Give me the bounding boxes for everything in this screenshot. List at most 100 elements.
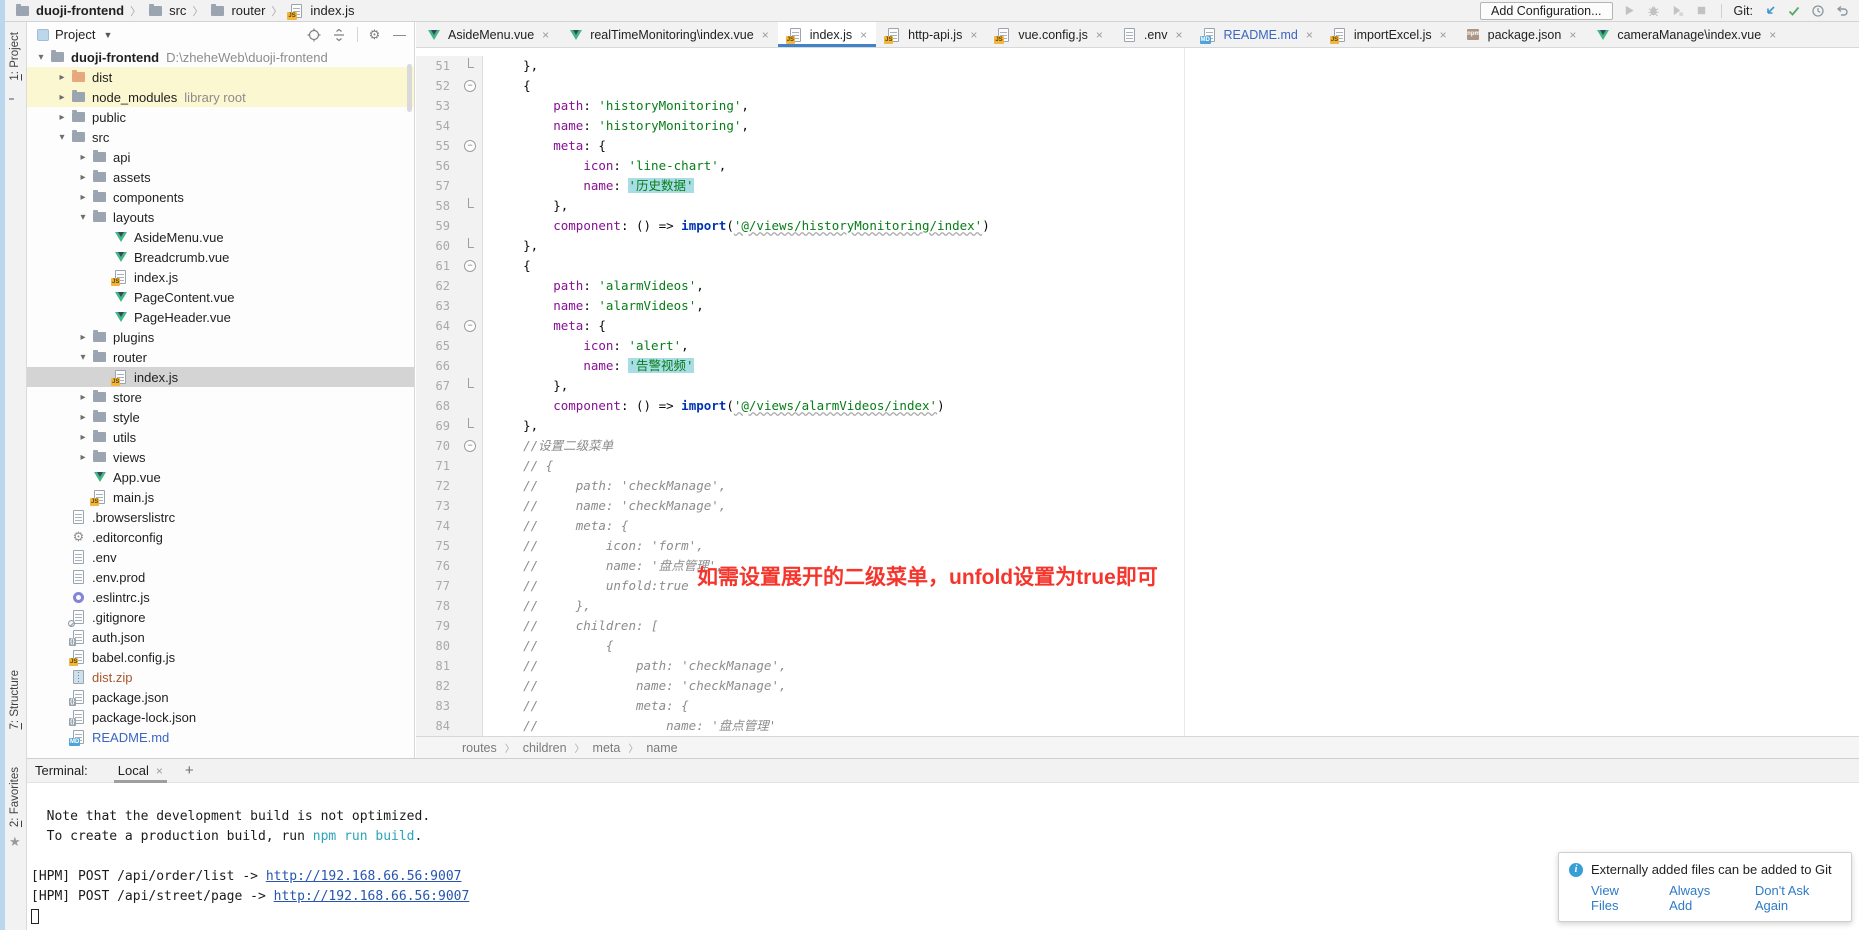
close-icon[interactable]: × <box>1769 28 1776 42</box>
close-icon[interactable]: × <box>762 28 769 42</box>
code-line[interactable]: 70 //设置二级菜单 <box>416 436 1859 456</box>
stop-icon[interactable] <box>1694 3 1709 18</box>
terminal-link[interactable]: http://192.168.66.56:9007 <box>266 869 462 884</box>
git-update-icon[interactable] <box>1762 3 1777 18</box>
tree-item[interactable]: ▸api <box>27 147 414 167</box>
tree-item[interactable]: ▾layouts <box>27 207 414 227</box>
code-line[interactable]: 63 name: 'alarmVideos', <box>416 296 1859 316</box>
breadcrumb-item[interactable]: src <box>147 3 186 19</box>
code-line[interactable]: 57 name: '历史数据' <box>416 176 1859 196</box>
code-line[interactable]: 72 // path: 'checkManage', <box>416 476 1859 496</box>
editor[interactable]: 51 },52 {53 path: 'historyMonitoring',54… <box>416 48 1859 736</box>
tree-chevron-icon[interactable]: ▾ <box>54 132 70 143</box>
tree-scrollbar[interactable] <box>407 64 412 112</box>
tree-item[interactable]: App.vue <box>27 467 414 487</box>
editor-tab[interactable]: cameraManage\index.vue× <box>1585 22 1785 47</box>
notification-link[interactable]: Always Add <box>1669 883 1733 913</box>
close-icon[interactable]: × <box>1569 28 1576 42</box>
code-line[interactable]: 55 meta: { <box>416 136 1859 156</box>
editor-tab[interactable]: JSimportExcel.js× <box>1322 22 1456 47</box>
tree-chevron-icon[interactable]: ▾ <box>75 352 91 363</box>
editor-breadcrumb-item[interactable]: meta <box>593 741 621 755</box>
tree-item[interactable]: ▸store <box>27 387 414 407</box>
tree-item[interactable]: ▸node_moduleslibrary root <box>27 87 414 107</box>
code-line[interactable]: 84 // name: '盘点管理' <box>416 716 1859 736</box>
tree-chevron-icon[interactable]: ▸ <box>75 452 91 463</box>
tree-item[interactable]: ▾src <box>27 127 414 147</box>
tree-chevron-icon[interactable]: ▸ <box>75 192 91 203</box>
tree-item[interactable]: .env <box>27 547 414 567</box>
code-line[interactable]: 67 }, <box>416 376 1859 396</box>
tree-item[interactable]: ▸dist <box>27 67 414 87</box>
terminal-tab-local[interactable]: Local × <box>114 758 167 783</box>
editor-breadcrumb-item[interactable]: children <box>523 741 567 755</box>
terminal-link[interactable]: http://192.168.66.56:9007 <box>274 889 470 904</box>
tree-item[interactable]: JSbabel.config.js <box>27 647 414 667</box>
tree-item[interactable]: dist.zip <box>27 667 414 687</box>
fold-marker-icon[interactable] <box>458 376 483 396</box>
editor-breadcrumb-item[interactable]: routes <box>462 741 497 755</box>
stripe-tab-project[interactable]: 1: Project <box>9 32 21 81</box>
tree-item[interactable]: .browserslistrc <box>27 507 414 527</box>
tree-item[interactable]: JSmain.js <box>27 487 414 507</box>
new-terminal-session-button[interactable]: + <box>185 762 194 779</box>
code-line[interactable]: 68 component: () => import('@/views/alar… <box>416 396 1859 416</box>
editor-tab[interactable]: npmpackage.json× <box>1456 22 1586 47</box>
fold-marker-icon[interactable] <box>458 256 483 276</box>
code-line[interactable]: 54 name: 'historyMonitoring', <box>416 116 1859 136</box>
tree-item[interactable]: .gitignore <box>27 607 414 627</box>
stripe-tab-structure[interactable]: 7: Structure <box>9 670 21 729</box>
code-line[interactable]: 78 // }, <box>416 596 1859 616</box>
project-view-selector[interactable]: Project ▼ <box>37 27 112 42</box>
code-line[interactable]: 64 meta: { <box>416 316 1859 336</box>
git-commit-icon[interactable] <box>1786 3 1801 18</box>
code-line[interactable]: 80 // { <box>416 636 1859 656</box>
tree-item[interactable]: .env.prod <box>27 567 414 587</box>
code-line[interactable]: 69 }, <box>416 416 1859 436</box>
breadcrumb-item[interactable]: router <box>209 3 265 19</box>
code-line[interactable]: 51 }, <box>416 56 1859 76</box>
tree-item[interactable]: Breadcrumb.vue <box>27 247 414 267</box>
run-icon[interactable] <box>1622 3 1637 18</box>
fold-marker-icon[interactable] <box>458 436 483 456</box>
tree-item[interactable]: AsideMenu.vue <box>27 227 414 247</box>
tree-chevron-icon[interactable]: ▸ <box>75 172 91 183</box>
stripe-tab-favorites[interactable]: 2: Favorites <box>9 767 21 827</box>
run-with-coverage-icon[interactable] <box>1670 3 1685 18</box>
fold-marker-icon[interactable] <box>458 236 483 256</box>
tree-item[interactable]: JSindex.js <box>27 267 414 287</box>
code-line[interactable]: 79 // children: [ <box>416 616 1859 636</box>
editor-tab[interactable]: JSvue.config.js× <box>986 22 1112 47</box>
code-line[interactable]: 60 }, <box>416 236 1859 256</box>
tree-chevron-icon[interactable]: ▸ <box>54 92 70 103</box>
code-line[interactable]: 59 component: () => import('@/views/hist… <box>416 216 1859 236</box>
tree-chevron-icon[interactable]: ▸ <box>75 432 91 443</box>
hide-panel-icon[interactable]: — <box>391 26 408 43</box>
close-icon[interactable]: × <box>156 764 163 778</box>
tree-item[interactable]: JSindex.js <box>27 367 414 387</box>
tree-item[interactable]: {}package.json <box>27 687 414 707</box>
tree-item[interactable]: ▸components <box>27 187 414 207</box>
code-line[interactable]: 82 // name: 'checkManage', <box>416 676 1859 696</box>
tree-item[interactable]: {}auth.json <box>27 627 414 647</box>
code-line[interactable]: 83 // meta: { <box>416 696 1859 716</box>
tree-item[interactable]: ▸public <box>27 107 414 127</box>
rollback-icon[interactable] <box>1834 3 1849 18</box>
fold-marker-icon[interactable] <box>458 56 483 76</box>
close-icon[interactable]: × <box>970 28 977 42</box>
close-icon[interactable]: × <box>1440 28 1447 42</box>
fold-marker-icon[interactable] <box>458 196 483 216</box>
editor-tab[interactable]: realTimeMonitoring\index.vue× <box>558 22 778 47</box>
fold-marker-icon[interactable] <box>458 316 483 336</box>
close-icon[interactable]: × <box>860 28 867 42</box>
editor-tab[interactable]: JSindex.js× <box>778 22 876 47</box>
tree-chevron-icon[interactable]: ▾ <box>33 52 49 63</box>
close-icon[interactable]: × <box>1096 28 1103 42</box>
close-icon[interactable]: × <box>1175 28 1182 42</box>
editor-tab[interactable]: JShttp-api.js× <box>876 22 986 47</box>
tree-item[interactable]: ⚙.editorconfig <box>27 527 414 547</box>
close-icon[interactable]: × <box>1306 28 1313 42</box>
add-configuration-button[interactable]: Add Configuration... <box>1480 2 1613 20</box>
collapse-all-icon[interactable] <box>330 26 347 43</box>
tree-item[interactable]: {}package-lock.json <box>27 707 414 727</box>
